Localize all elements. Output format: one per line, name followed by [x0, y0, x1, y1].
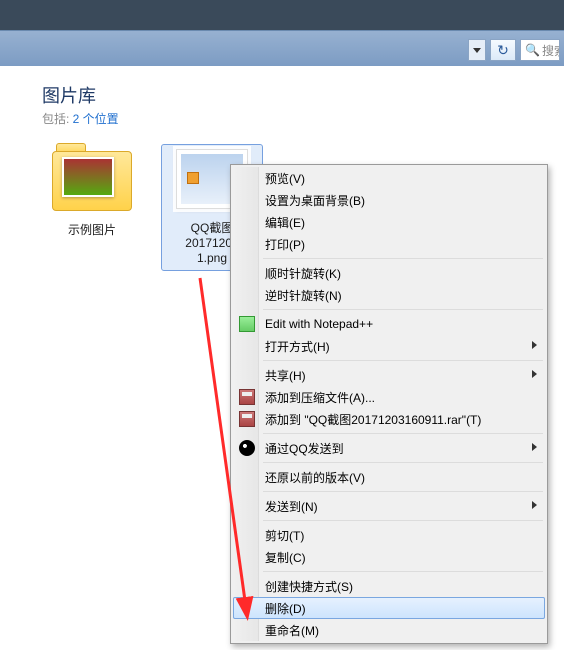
context-menu-item[interactable]: 设置为桌面背景(B): [233, 189, 545, 211]
menu-item-label: 发送到(N): [265, 498, 318, 515]
context-menu-item[interactable]: 打开方式(H): [233, 335, 545, 357]
menu-item-label: 复制(C): [265, 549, 306, 566]
address-dropdown-button[interactable]: [468, 39, 486, 61]
menu-separator: [263, 520, 543, 521]
submenu-arrow-icon: [532, 341, 537, 349]
context-menu-item[interactable]: 逆时针旋转(N): [233, 284, 545, 306]
item-label: 示例图片: [42, 223, 142, 242]
search-icon: 🔍: [525, 43, 540, 57]
menu-item-label: 通过QQ发送到: [265, 440, 344, 457]
folder-item[interactable]: 示例图片: [42, 145, 142, 270]
search-placeholder: 搜索 图: [542, 42, 560, 59]
notepad-icon: [239, 316, 255, 332]
context-menu-item[interactable]: 打印(P): [233, 233, 545, 255]
library-subtitle: 包括: 2 个位置: [42, 110, 564, 127]
address-bar-area: ↻ 🔍搜索 图: [0, 30, 564, 70]
menu-item-label: 创建快捷方式(S): [265, 578, 353, 595]
rar-icon: [239, 389, 255, 405]
menu-separator: [263, 258, 543, 259]
menu-separator: [263, 491, 543, 492]
submenu-arrow-icon: [532, 370, 537, 378]
qq-icon: [239, 440, 255, 456]
submenu-arrow-icon: [532, 501, 537, 509]
context-menu-item[interactable]: Edit with Notepad++: [233, 313, 545, 335]
menu-item-label: 顺时针旋转(K): [265, 265, 341, 282]
library-locations-link[interactable]: 2 个位置: [73, 112, 119, 126]
context-menu-item[interactable]: 复制(C): [233, 546, 545, 568]
window-titlebar-blur: [0, 0, 564, 30]
context-menu-item[interactable]: 添加到压缩文件(A)...: [233, 386, 545, 408]
context-menu-item[interactable]: 还原以前的版本(V): [233, 466, 545, 488]
context-menu-item[interactable]: 剪切(T): [233, 524, 545, 546]
context-menu-item[interactable]: 预览(V): [233, 167, 545, 189]
context-menu-item[interactable]: 创建快捷方式(S): [233, 575, 545, 597]
submenu-arrow-icon: [532, 443, 537, 451]
menu-item-label: 预览(V): [265, 170, 305, 187]
menu-item-label: 添加到 "QQ截图20171203160911.rar"(T): [265, 411, 481, 428]
context-menu: 预览(V) 设置为桌面背景(B) 编辑(E) 打印(P) 顺时针旋转(K) 逆时针旋转(N…: [230, 164, 548, 644]
menu-separator: [263, 571, 543, 572]
menu-item-label: 重命名(M): [265, 622, 319, 639]
chevron-down-icon: [473, 48, 481, 53]
menu-separator: [263, 462, 543, 463]
context-menu-item[interactable]: 添加到 "QQ截图20171203160911.rar"(T): [233, 408, 545, 430]
context-menu-item[interactable]: 删除(D): [233, 597, 545, 619]
context-menu-item[interactable]: 共享(H): [233, 364, 545, 386]
menu-item-label: 共享(H): [265, 367, 306, 384]
context-menu-item[interactable]: 编辑(E): [233, 211, 545, 233]
menu-item-label: 编辑(E): [265, 214, 305, 231]
library-title: 图片库: [42, 82, 564, 108]
context-menu-item[interactable]: 顺时针旋转(K): [233, 262, 545, 284]
menu-item-label: 打开方式(H): [265, 338, 330, 355]
search-input[interactable]: 🔍搜索 图: [520, 39, 560, 61]
menu-separator: [263, 360, 543, 361]
menu-separator: [263, 309, 543, 310]
menu-item-label: Edit with Notepad++: [265, 317, 373, 331]
library-header: 图片库 包括: 2 个位置: [0, 66, 564, 127]
context-menu-item[interactable]: 通过QQ发送到: [233, 437, 545, 459]
menu-item-label: 剪切(T): [265, 527, 304, 544]
rar-icon: [239, 411, 255, 427]
context-menu-item[interactable]: 发送到(N): [233, 495, 545, 517]
refresh-button[interactable]: ↻: [490, 39, 516, 61]
menu-separator: [263, 433, 543, 434]
context-menu-item[interactable]: 重命名(M): [233, 619, 545, 641]
folder-icon: [47, 151, 137, 221]
menu-item-label: 还原以前的版本(V): [265, 469, 365, 486]
menu-item-label: 设置为桌面背景(B): [265, 192, 365, 209]
menu-item-label: 打印(P): [265, 236, 305, 253]
menu-item-label: 删除(D): [265, 600, 306, 617]
menu-item-label: 添加到压缩文件(A)...: [265, 389, 375, 406]
menu-item-label: 逆时针旋转(N): [265, 287, 342, 304]
refresh-icon: ↻: [497, 42, 509, 59]
